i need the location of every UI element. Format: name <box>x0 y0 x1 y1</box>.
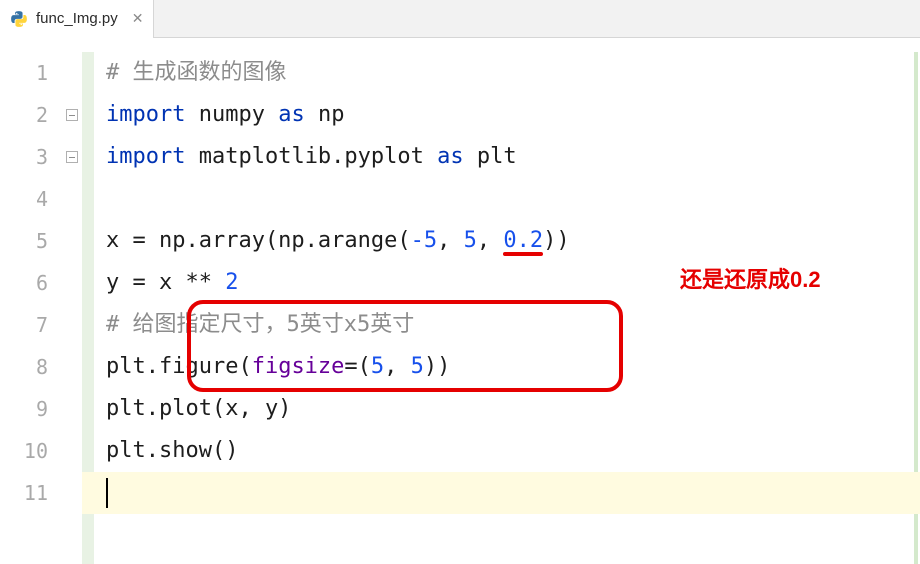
file-tab[interactable]: func_Img.py ✕ <box>0 0 154 37</box>
line-number: 11 <box>0 472 62 514</box>
code-line: import numpy as np <box>82 94 920 136</box>
line-number: 4 <box>0 178 62 220</box>
code-line: # 给图指定尺寸，5英寸x5英寸 <box>82 304 920 346</box>
line-number: 3 <box>0 136 62 178</box>
code-line: # 生成函数的图像 <box>82 52 920 94</box>
fold-toggle-icon[interactable] <box>66 109 78 121</box>
line-number: 7 <box>0 304 62 346</box>
line-number: 10 <box>0 430 62 472</box>
code-editor[interactable]: 1 2 3 4 5 6 7 8 9 10 11 # 生成函数的图像 import… <box>0 38 920 564</box>
close-icon[interactable]: ✕ <box>132 10 144 27</box>
fold-toggle-icon[interactable] <box>66 151 78 163</box>
code-line <box>82 178 920 220</box>
line-number-gutter: 1 2 3 4 5 6 7 8 9 10 11 <box>0 38 62 564</box>
fold-gutter <box>62 38 82 564</box>
line-number: 6 <box>0 262 62 304</box>
code-line: plt.figure(figsize=(5, 5)) <box>82 346 920 388</box>
code-line: x = np.array(np.arange(-5, 5, 0.2)) <box>82 220 920 262</box>
code-line: import matplotlib.pyplot as plt <box>82 136 920 178</box>
code-line <box>82 472 920 514</box>
line-number: 5 <box>0 220 62 262</box>
python-file-icon <box>10 10 28 28</box>
text-caret <box>106 478 108 508</box>
highlighted-value: 0.2 <box>503 228 543 253</box>
tab-bar: func_Img.py ✕ <box>0 0 920 38</box>
code-line: plt.show() <box>82 430 920 472</box>
code-line: y = x ** 2 <box>82 262 920 304</box>
code-area[interactable]: # 生成函数的图像 import numpy as np import matp… <box>82 38 920 564</box>
line-number: 1 <box>0 52 62 94</box>
code-line: plt.plot(x, y) <box>82 388 920 430</box>
line-number: 9 <box>0 388 62 430</box>
line-number: 8 <box>0 346 62 388</box>
line-number: 2 <box>0 94 62 136</box>
file-tab-label: func_Img.py <box>36 10 118 27</box>
